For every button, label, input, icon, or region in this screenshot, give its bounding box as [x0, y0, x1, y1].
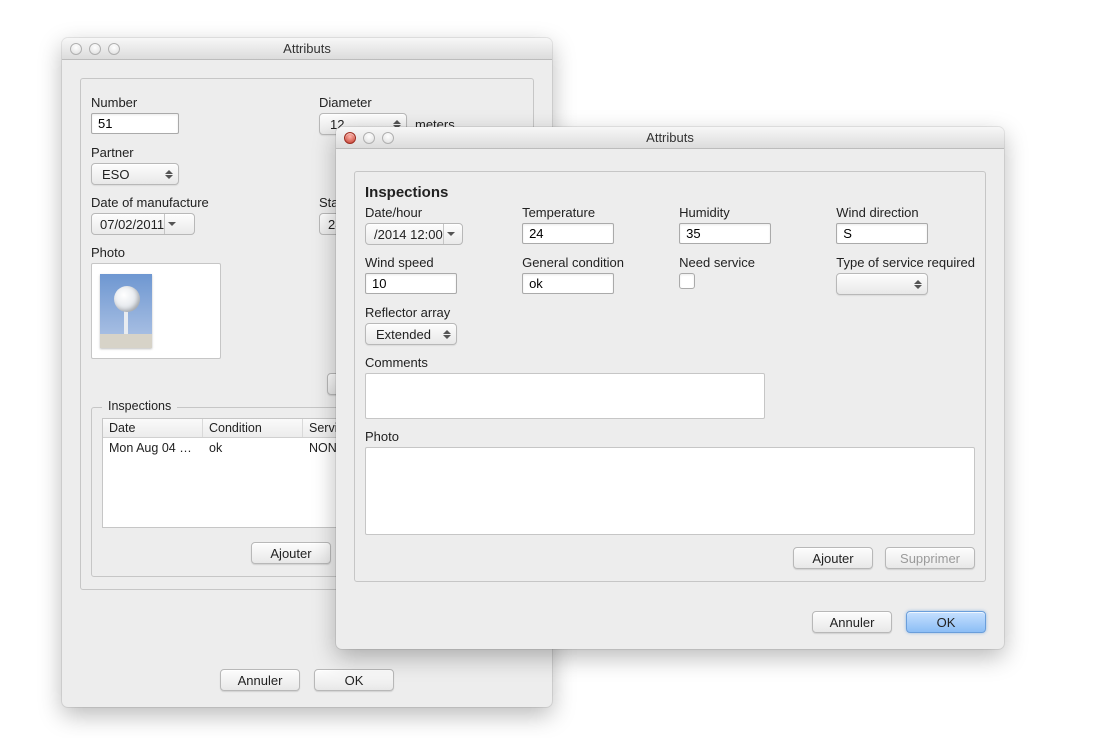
- window-title-front: Attributs: [336, 130, 1004, 145]
- humidity-input[interactable]: [679, 223, 771, 244]
- chevron-updown-icon: [441, 324, 453, 344]
- titlebar-main[interactable]: Attributs: [62, 38, 552, 60]
- manufacture-date[interactable]: 07/02/2011: [91, 213, 195, 235]
- attributs-window-inspection: Attributs Inspections Date/hour /2014 12…: [336, 127, 1004, 649]
- wind-dir-label: Wind direction: [836, 205, 975, 220]
- annuler-button[interactable]: Annuler: [220, 669, 300, 691]
- inspections-legend: Inspections: [102, 399, 177, 413]
- temperature-input[interactable]: [522, 223, 614, 244]
- chevron-updown-icon: [163, 164, 175, 184]
- wind-dir-input[interactable]: [836, 223, 928, 244]
- comments-textarea[interactable]: [365, 373, 765, 419]
- window-title-main: Attributs: [62, 41, 552, 56]
- humidity-label: Humidity: [679, 205, 816, 220]
- ajouter-button[interactable]: Ajouter: [251, 542, 331, 564]
- wind-speed-input[interactable]: [365, 273, 457, 294]
- cell-date: Mon Aug 04 16:…: [103, 441, 203, 455]
- datehour-input[interactable]: /2014 12:00: [365, 223, 463, 245]
- supprimer-button[interactable]: Supprimer: [885, 547, 975, 569]
- ok-button-front[interactable]: OK: [906, 611, 986, 633]
- manufacture-value: 07/02/2011: [100, 217, 164, 232]
- comments-label: Comments: [365, 355, 975, 370]
- photo-drop-area[interactable]: [365, 447, 975, 535]
- ok-button[interactable]: OK: [314, 669, 394, 691]
- annuler-button-front[interactable]: Annuler: [812, 611, 892, 633]
- col-condition[interactable]: Condition: [203, 419, 303, 437]
- chevron-down-icon: [443, 224, 458, 244]
- partner-select[interactable]: ESO: [91, 163, 179, 185]
- photo-label-front: Photo: [365, 429, 975, 444]
- need-service-checkbox[interactable]: [679, 273, 695, 289]
- antenna-thumbnail: [100, 274, 152, 348]
- partner-label: Partner: [91, 145, 295, 160]
- reflector-label: Reflector array: [365, 305, 502, 320]
- col-date[interactable]: Date: [103, 419, 203, 437]
- chevron-updown-icon: [912, 274, 924, 294]
- datehour-label: Date/hour: [365, 205, 502, 220]
- manufacture-label: Date of manufacture: [91, 195, 295, 210]
- cell-condition: ok: [203, 441, 303, 455]
- temperature-label: Temperature: [522, 205, 659, 220]
- wind-speed-label: Wind speed: [365, 255, 502, 270]
- service-type-label: Type of service required: [836, 255, 975, 270]
- general-cond-label: General condition: [522, 255, 659, 270]
- photo-box[interactable]: [91, 263, 221, 359]
- partner-value: ESO: [102, 167, 129, 182]
- ajouter-button-front[interactable]: Ajouter: [793, 547, 873, 569]
- datehour-value: /2014 12:00: [374, 227, 443, 242]
- number-input[interactable]: [91, 113, 179, 134]
- diameter-label: Diameter: [319, 95, 523, 110]
- service-type-select[interactable]: [836, 273, 928, 295]
- inspections-heading: Inspections: [365, 184, 975, 201]
- reflector-value: Extended: [376, 327, 431, 342]
- need-service-label: Need service: [679, 255, 816, 270]
- reflector-select[interactable]: Extended: [365, 323, 457, 345]
- titlebar-front[interactable]: Attributs: [336, 127, 1004, 149]
- chevron-down-icon: [164, 214, 179, 234]
- number-label: Number: [91, 95, 295, 110]
- general-cond-input[interactable]: [522, 273, 614, 294]
